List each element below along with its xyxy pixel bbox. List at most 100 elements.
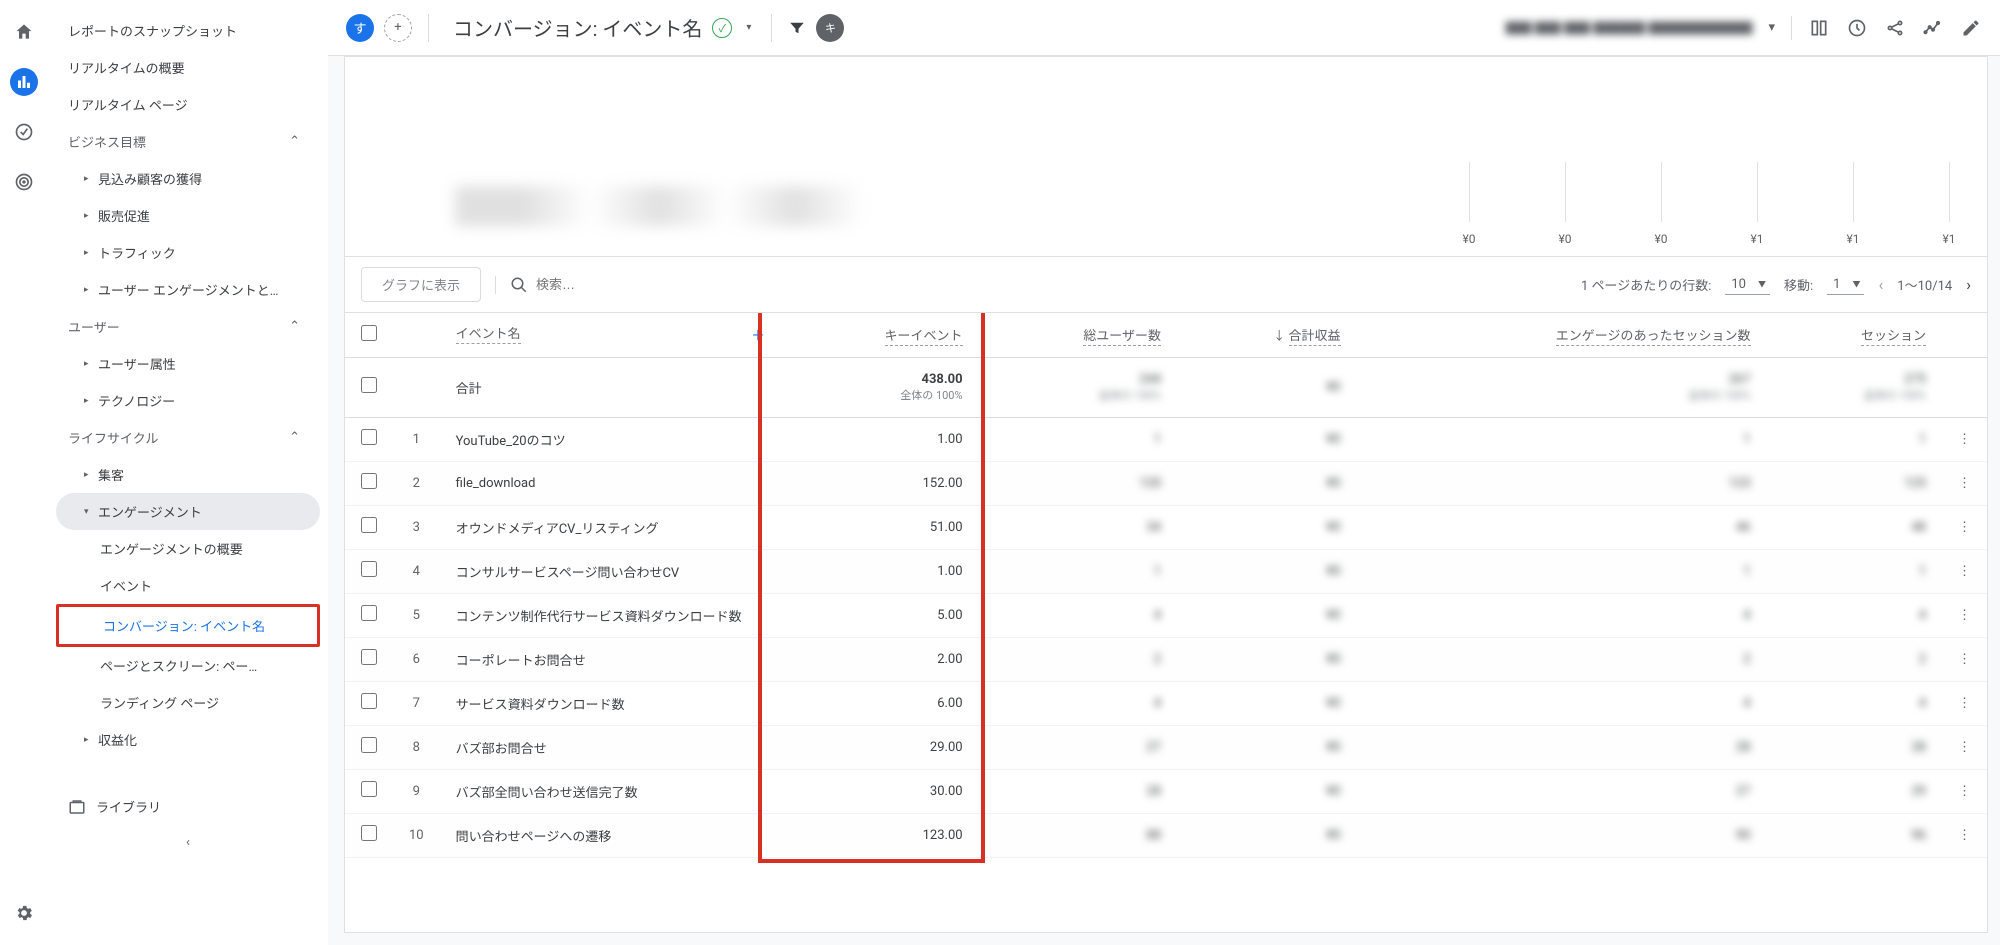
event-name-cell[interactable]: コンテンツ制作代行サービス資料ダウンロード数 xyxy=(456,610,742,625)
event-name-cell[interactable]: コーポレートお問合せ xyxy=(456,654,586,669)
row-checkbox[interactable] xyxy=(361,429,377,445)
date-range[interactable]: ██ ██ ██ ████ ████████ xyxy=(1506,18,1753,37)
event-name-cell[interactable]: 問い合わせページへの遷移 xyxy=(456,830,612,845)
add-segment-button[interactable]: + xyxy=(384,14,412,42)
filter-icon[interactable] xyxy=(788,19,806,37)
col-event-name[interactable]: イベント名 xyxy=(456,327,521,344)
ads-icon[interactable] xyxy=(10,168,38,196)
nav-realtime-overview[interactable]: リアルタイムの概要 xyxy=(56,49,320,86)
event-name-cell[interactable]: バズ部お問合せ xyxy=(456,742,547,757)
explore-icon[interactable] xyxy=(10,118,38,146)
col-engaged-sessions[interactable]: エンゲージのあったセッション数 xyxy=(1556,329,1751,346)
row-more-icon[interactable]: ⋮ xyxy=(1958,652,1971,667)
row-checkbox[interactable] xyxy=(361,781,377,797)
nav-user-engagement[interactable]: ▸ユーザー エンゲージメントと… xyxy=(56,271,320,308)
row-checkbox[interactable] xyxy=(361,473,377,489)
add-dimension-button[interactable]: + xyxy=(752,323,763,347)
prev-page-button[interactable]: ‹ xyxy=(1878,275,1883,294)
row-checkbox[interactable] xyxy=(361,737,377,753)
nav-traffic[interactable]: ▸トラフィック xyxy=(56,234,320,271)
nav-group-lifecycle[interactable]: ライフサイクル⌃ xyxy=(56,419,320,456)
event-name-cell[interactable]: file_download xyxy=(456,476,536,491)
col-sessions[interactable]: セッション xyxy=(1861,329,1926,346)
nav-monetization[interactable]: ▸収益化 xyxy=(56,721,320,758)
date-dropdown[interactable]: ▾ xyxy=(1768,20,1775,35)
row-checkbox[interactable] xyxy=(361,693,377,709)
row-more-icon[interactable]: ⋮ xyxy=(1958,520,1971,535)
next-page-button[interactable]: › xyxy=(1966,275,1971,294)
nav-snapshot[interactable]: レポートのスナップショット xyxy=(56,12,320,49)
table-row: 9バズ部全問い合わせ送信完了数30.0028¥02729⋮ xyxy=(345,769,1987,813)
col-total-users[interactable]: 総ユーザー数 xyxy=(1083,329,1161,346)
event-name-cell[interactable]: オウンドメディアCV_リスティング xyxy=(456,522,659,537)
select-all-checkbox[interactable] xyxy=(361,325,377,341)
triangle-down-icon: ▾ xyxy=(84,507,98,517)
nav-events[interactable]: イベント xyxy=(56,567,320,604)
nav-engagement[interactable]: ▾エンゲージメント xyxy=(56,493,320,530)
total-users-sub: 全体の 100% xyxy=(995,387,1161,403)
nav-realtime-page[interactable]: リアルタイム ページ xyxy=(56,86,320,123)
show-in-graph-button[interactable]: グラフに表示 xyxy=(361,267,481,302)
event-name-cell[interactable]: YouTube_20のコツ xyxy=(456,434,566,449)
trend-icon[interactable] xyxy=(1922,17,1944,39)
goto-select[interactable]: 1 xyxy=(1827,275,1864,295)
nav-group-business[interactable]: ビジネス目標⌃ xyxy=(56,123,320,160)
nav-pages-screens[interactable]: ページとスクリーン: ペー… xyxy=(56,647,320,684)
col-total-revenue[interactable]: 合計収益 xyxy=(1289,329,1341,346)
row-checkbox[interactable] xyxy=(361,649,377,665)
event-name-cell[interactable]: サービス資料ダウンロード数 xyxy=(456,698,625,713)
nav-landing-page[interactable]: ランディング ページ xyxy=(56,684,320,721)
filter-chip-key[interactable]: キ xyxy=(816,14,844,42)
event-name-cell[interactable]: コンサルサービスページ問い合わせCV xyxy=(456,566,680,581)
goto-label: 移動: xyxy=(1784,275,1813,294)
title-dropdown[interactable]: ▾ xyxy=(742,22,755,33)
row-checkbox[interactable] xyxy=(361,561,377,577)
row-checkbox[interactable] xyxy=(361,825,377,841)
col-key-event[interactable]: キーイベント xyxy=(885,329,963,346)
home-icon[interactable] xyxy=(10,18,38,46)
verified-badge-icon[interactable]: ✓ xyxy=(712,18,732,38)
reports-icon[interactable] xyxy=(10,68,38,96)
nav-sales[interactable]: ▸販売促進 xyxy=(56,197,320,234)
segment-chip-all[interactable]: す xyxy=(346,14,374,42)
data-table: イベント名 + キーイベント 総ユーザー数 ↓ 合計収益 エンゲージのあったセッ… xyxy=(345,313,1987,858)
nav-engagement-overview[interactable]: エンゲージメントの概要 xyxy=(56,530,320,567)
row-more-icon[interactable]: ⋮ xyxy=(1958,608,1971,623)
table-controls-row: グラフに表示 1 ページあたりの行数: 10 移動: 1 ‹ 1～10/14 › xyxy=(345,257,1987,313)
users-cell: 28 xyxy=(1146,784,1161,799)
nav-acquisition[interactable]: ▸集客 xyxy=(56,456,320,493)
row-more-icon[interactable]: ⋮ xyxy=(1958,740,1971,755)
select-total-checkbox[interactable] xyxy=(361,377,377,393)
topbar: す + コンバージョン: イベント名 ✓ ▾ キ ██ ██ ██ ████ █… xyxy=(328,0,2000,56)
nav-conversion-event-name[interactable]: コンバージョン: イベント名 xyxy=(56,604,320,647)
collapse-sidebar-button[interactable]: ‹ xyxy=(56,825,320,860)
nav-group-user[interactable]: ユーザー⌃ xyxy=(56,308,320,345)
row-more-icon[interactable]: ⋮ xyxy=(1958,828,1971,843)
key-event-cell: 5.00 xyxy=(780,593,979,637)
event-name-cell[interactable]: バズ部全問い合わせ送信完了数 xyxy=(456,786,638,801)
main-panel: す + コンバージョン: イベント名 ✓ ▾ キ ██ ██ ██ ████ █… xyxy=(328,0,2000,945)
share-icon[interactable] xyxy=(1884,17,1906,39)
row-more-icon[interactable]: ⋮ xyxy=(1958,476,1971,491)
nav-technology[interactable]: ▸テクノロジー xyxy=(56,382,320,419)
settings-icon[interactable] xyxy=(10,899,38,927)
users-cell: 120 xyxy=(1139,476,1161,491)
nav-library[interactable]: ライブラリ xyxy=(56,788,320,825)
row-checkbox[interactable] xyxy=(361,517,377,533)
row-more-icon[interactable]: ⋮ xyxy=(1958,696,1971,711)
search-input[interactable] xyxy=(536,277,796,292)
row-more-icon[interactable]: ⋮ xyxy=(1958,432,1971,447)
edit-icon[interactable] xyxy=(1960,17,1982,39)
rows-per-page-select[interactable]: 10 xyxy=(1725,275,1770,295)
row-index: 7 xyxy=(393,681,440,725)
insights-icon[interactable] xyxy=(1846,17,1868,39)
compare-icon[interactable] xyxy=(1808,17,1830,39)
row-checkbox[interactable] xyxy=(361,605,377,621)
triangle-icon: ▸ xyxy=(84,285,98,295)
sessions-cell: 4 xyxy=(1919,608,1926,623)
nav-user-attr[interactable]: ▸ユーザー属性 xyxy=(56,345,320,382)
nav-prospect[interactable]: ▸見込み顧客の獲得 xyxy=(56,160,320,197)
row-more-icon[interactable]: ⋮ xyxy=(1958,564,1971,579)
totals-row: 合計 438.00全体の 100% 244全体の 100% ¥0 267全体の … xyxy=(345,357,1987,417)
row-more-icon[interactable]: ⋮ xyxy=(1958,784,1971,799)
